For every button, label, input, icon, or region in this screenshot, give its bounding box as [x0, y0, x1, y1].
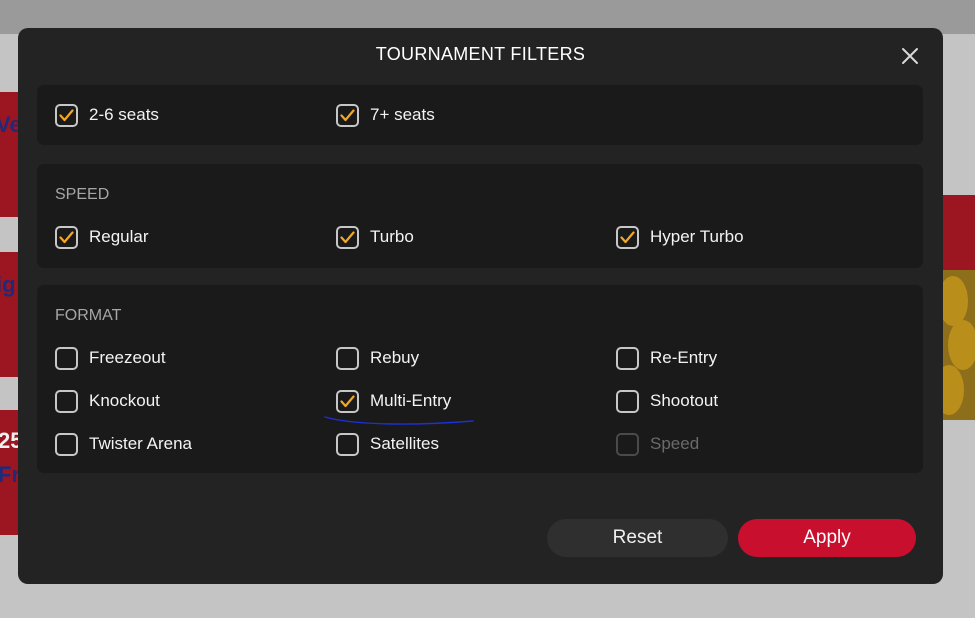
checkbox-satellites[interactable]: Satellites — [336, 430, 439, 458]
checkbox-box[interactable] — [55, 103, 78, 127]
background-card-text: Fr — [0, 462, 20, 487]
close-button[interactable] — [898, 44, 922, 68]
checkbox-label: Speed — [650, 434, 700, 453]
checkbox-box — [616, 432, 639, 456]
tournament-filters-modal: TOURNAMENT FILTERS 2-6 seats 7+ seats SP… — [18, 28, 943, 584]
speed-panel: SPEED Regular Turbo Hyper Turbo — [37, 164, 923, 268]
checkbox-box[interactable] — [336, 346, 359, 370]
checkbox-label: 7+ seats — [370, 105, 435, 124]
checkbox-box[interactable] — [336, 225, 359, 249]
checkbox-label: Turbo — [370, 227, 414, 246]
background-card-text: ig — [0, 272, 16, 297]
checkbox-twister-arena[interactable]: Twister Arena — [55, 430, 192, 458]
checkbox-box[interactable] — [336, 432, 359, 456]
checkbox-box[interactable] — [336, 389, 359, 413]
format-panel: FORMAT Freezeout Rebuy Re-Entry Knockout — [37, 285, 923, 473]
checkbox-2-6-seats[interactable]: 2-6 seats — [55, 101, 159, 129]
seats-panel: 2-6 seats 7+ seats — [37, 85, 923, 145]
apply-button[interactable]: Apply — [738, 519, 916, 557]
checkbox-box[interactable] — [616, 225, 639, 249]
checkbox-label: Knockout — [89, 391, 160, 410]
reset-button[interactable]: Reset — [547, 519, 728, 557]
modal-title: TOURNAMENT FILTERS — [375, 44, 586, 64]
checkmark-icon — [59, 230, 74, 243]
checkmark-icon — [59, 108, 74, 121]
checkmark-icon — [340, 108, 355, 121]
checkbox-box[interactable] — [336, 103, 359, 127]
checkbox-box[interactable] — [616, 346, 639, 370]
checkbox-label: 2-6 seats — [89, 105, 159, 124]
checkbox-rebuy[interactable]: Rebuy — [336, 344, 419, 372]
checkmark-icon — [340, 230, 355, 243]
checkbox-multi-entry[interactable]: Multi-Entry — [336, 387, 451, 415]
checkbox-hyper-turbo[interactable]: Hyper Turbo — [616, 223, 744, 251]
checkbox-7-plus-seats[interactable]: 7+ seats — [336, 101, 435, 129]
checkbox-label: Shootout — [650, 391, 719, 410]
checkbox-label: Regular — [89, 227, 149, 246]
close-icon — [902, 48, 918, 64]
checkmark-icon — [620, 230, 635, 243]
checkbox-box[interactable] — [55, 389, 78, 413]
checkbox-box[interactable] — [55, 432, 78, 456]
checkbox-shootout[interactable]: Shootout — [616, 387, 718, 415]
checkbox-knockout[interactable]: Knockout — [55, 387, 160, 415]
checkmark-icon — [340, 394, 355, 407]
checkbox-box[interactable] — [55, 225, 78, 249]
checkbox-label: Satellites — [370, 434, 439, 453]
checkbox-re-entry[interactable]: Re-Entry — [616, 344, 717, 372]
section-label-speed: SPEED — [55, 186, 110, 203]
checkbox-turbo[interactable]: Turbo — [336, 223, 414, 251]
checkbox-label: Freezeout — [89, 348, 166, 367]
checkbox-label: Re-Entry — [650, 348, 718, 367]
checkbox-box[interactable] — [616, 389, 639, 413]
section-label-format: FORMAT — [55, 307, 122, 324]
checkbox-box[interactable] — [55, 346, 78, 370]
checkbox-label: Multi-Entry — [370, 391, 452, 410]
checkbox-freezeout[interactable]: Freezeout — [55, 344, 166, 372]
checkbox-regular[interactable]: Regular — [55, 223, 149, 251]
checkbox-label: Rebuy — [370, 348, 420, 367]
checkbox-speed-disabled: Speed — [616, 430, 699, 458]
checkbox-label: Hyper Turbo — [650, 227, 744, 246]
checkbox-label: Twister Arena — [89, 434, 192, 453]
